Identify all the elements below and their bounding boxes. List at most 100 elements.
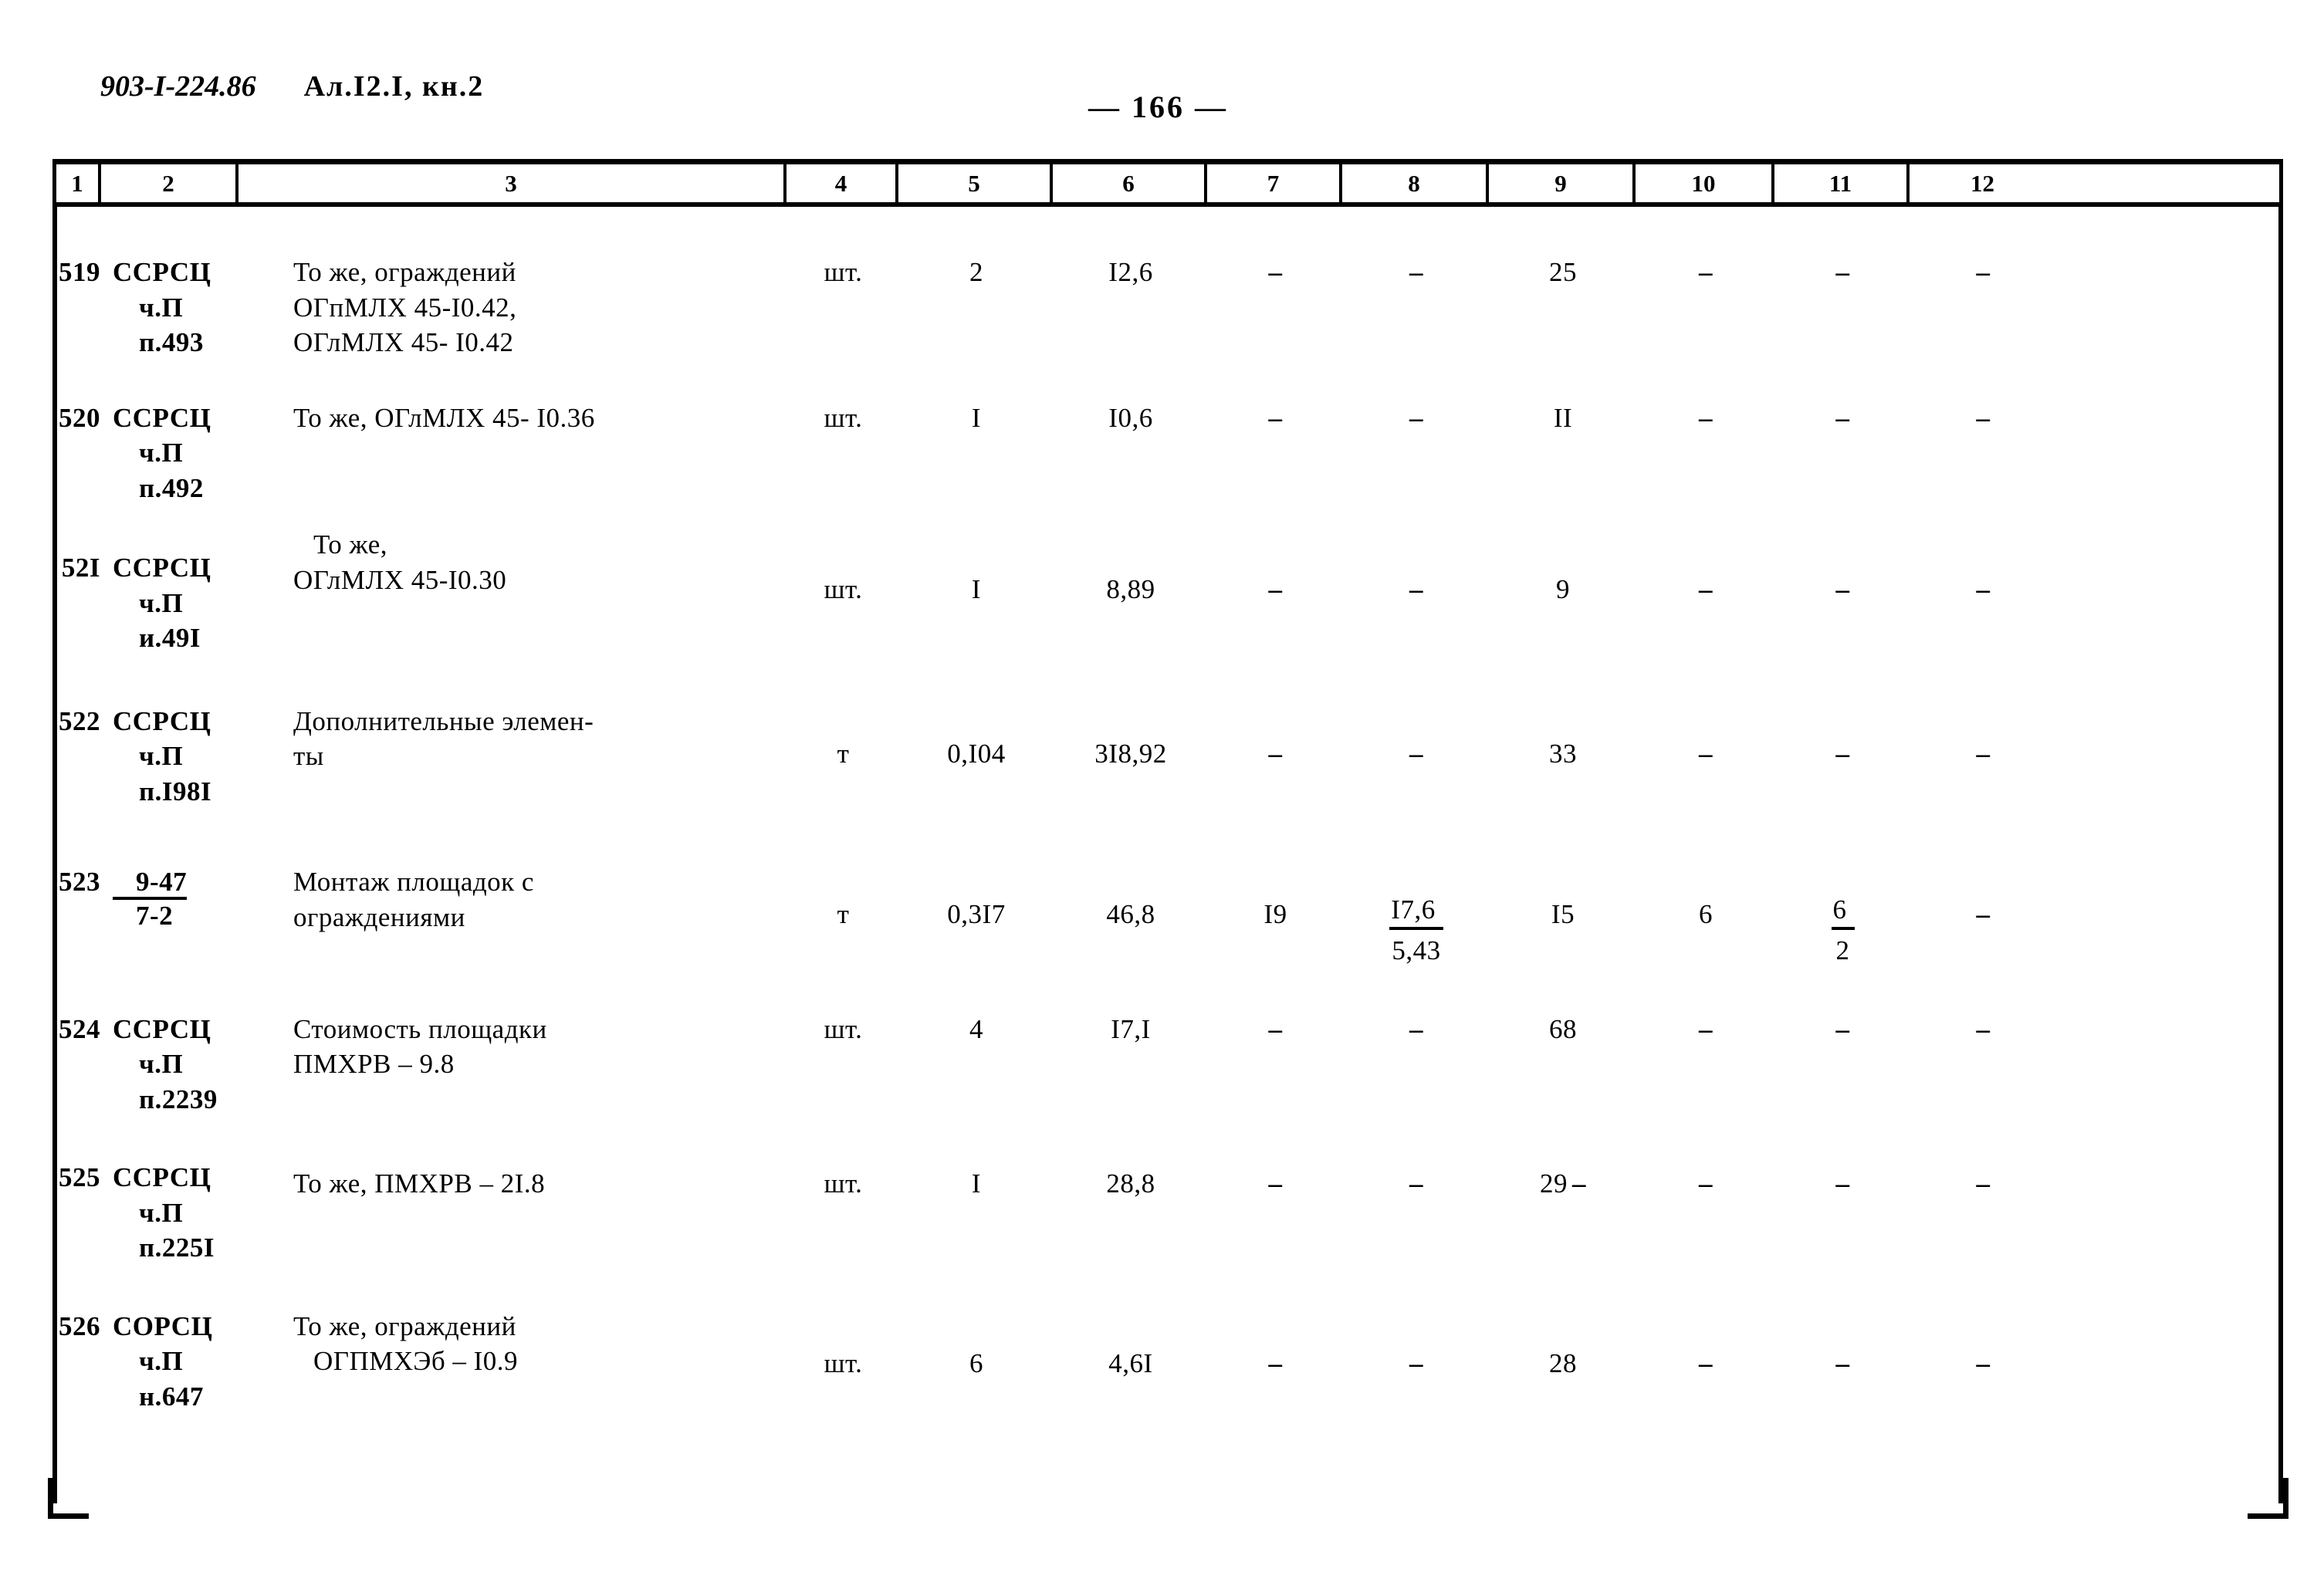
row-value-col7: – (1268, 1013, 1283, 1044)
source-code-line-1: ССРСЦ (113, 1013, 211, 1044)
source-code-line-2: ч.П (139, 292, 184, 323)
row-value-col5: I (971, 1168, 982, 1199)
row-value-col12: – (1976, 402, 1991, 433)
fraction-numerator: 6 (1831, 894, 1855, 931)
column-number-3: 3 (238, 164, 787, 202)
row-value-col9-artifact-dash: – (1572, 1168, 1586, 1199)
source-code-fraction-numerator: 9-47 (113, 867, 188, 901)
row-value-col7: – (1268, 738, 1283, 769)
column-number-1: 1 (56, 164, 101, 202)
table-body: 519 ССРСЦ ч.П п.493 То же, ограждений ОГ… (57, 213, 2278, 1414)
table-right-border (2278, 207, 2283, 1503)
row-value-col12: – (1976, 1347, 1991, 1378)
column-number-8: 8 (1342, 164, 1489, 202)
description-line-2: ОГпМЛХ 45-I0.42, (293, 292, 517, 323)
row-value-col11: – (1835, 738, 1850, 769)
table-row: 52I ССРСЦ ч.П и.49I То же, ОГлМЛХ 45-I0.… (57, 529, 2278, 656)
fraction-numerator: I7,6 (1389, 894, 1443, 931)
row-value-col9: 9 (1556, 574, 1570, 604)
row-number: 523 (59, 867, 100, 897)
document-header: 903-I-224.86 Ал.I2.I, кн.2 (100, 69, 484, 103)
column-number-12: 12 (1970, 169, 1994, 197)
row-value-col10: – (1699, 574, 1713, 604)
source-code-line-3: п.493 (139, 327, 204, 357)
row-value-col6: I2,6 (1108, 257, 1153, 287)
table-row: 522 ССРСЦ ч.П п.I98I Дополнительные элем… (57, 704, 2278, 810)
source-code-line-1: ССРСЦ (113, 402, 211, 433)
source-code-line-2: ч.П (139, 587, 184, 618)
description-line-2: ты (293, 741, 324, 771)
source-code-line-2: ч.П (139, 1049, 184, 1080)
row-value-col8: – (1409, 1168, 1423, 1199)
description-line-1: То же, ограждений (293, 257, 516, 287)
row-value-col9-text: 29 (1540, 1168, 1568, 1199)
row-value-col10: – (1699, 1347, 1713, 1378)
row-value-col9: 25 (1549, 257, 1577, 287)
column-number-4: 4 (787, 164, 898, 202)
source-code-line-3: п.225I (139, 1233, 215, 1263)
source-code-fraction-denominator: 7-2 (136, 901, 174, 932)
fraction-value-col11: 6 2 (1831, 894, 1855, 967)
crop-mark-bottom-left (48, 1478, 89, 1519)
row-value-col11: 6 2 (1775, 894, 1910, 969)
table-row: 519 ССРСЦ ч.П п.493 То же, ограждений ОГ… (57, 255, 2278, 360)
column-number-9: 9 (1489, 164, 1636, 202)
row-value-col11: – (1835, 257, 1850, 287)
column-number-5: 5 (898, 164, 1053, 202)
row-value-col8: – (1409, 402, 1423, 433)
row-description: Монтаж площадок с ограждениями (239, 864, 787, 935)
row-source-code: СОРСЦ ч.П н.647 (102, 1309, 239, 1415)
row-value-col12: – (1976, 1168, 1991, 1199)
row-value-col5: 6 (969, 1347, 983, 1378)
description-line-2: ограждениями (293, 901, 465, 932)
row-description: То же, ОГлМЛХ 45- I0.36 (239, 401, 787, 436)
row-description: То же, ограждений ОГпМЛХ 45-I0.42, ОГлМЛ… (239, 255, 787, 360)
row-value-col5: I (971, 402, 982, 433)
row-value-col6: I7,I (1111, 1013, 1151, 1044)
row-number: 525 (59, 1162, 100, 1193)
row-value-col9: 68 (1549, 1013, 1577, 1044)
row-value-col12: – (1976, 899, 1991, 929)
table-row: 526 СОРСЦ ч.П н.647 То же, ограждений ОГ… (57, 1309, 2278, 1415)
row-description: Стоимость площадки ПМХРВ – 9.8 (239, 1012, 787, 1082)
row-value-col10: 6 (1699, 899, 1713, 929)
row-value-col6: 4,6I (1108, 1347, 1153, 1378)
row-value-col9: 29– (1490, 1166, 1636, 1202)
row-unit: т (837, 738, 850, 769)
description-line-1: То же, ПМХРВ – 2I.8 (293, 1168, 546, 1199)
description-line-1: Монтаж площадок с (293, 867, 534, 897)
source-code-line-3: и.49I (139, 623, 201, 653)
row-value-col8: – (1409, 1347, 1423, 1378)
row-value-col8: I7,6 5,43 (1343, 894, 1490, 969)
source-code-line-3: н.647 (139, 1381, 204, 1412)
source-code-line-2: ч.П (139, 1346, 184, 1377)
row-source-code: ССРСЦ ч.П п.225I (102, 1160, 239, 1266)
row-unit: т (837, 899, 850, 929)
description-line-2: ПМХРВ – 9.8 (293, 1049, 455, 1080)
row-value-col5: 0,3I7 (947, 899, 1006, 929)
row-value-col10: – (1699, 257, 1713, 287)
description-line-1: Дополнительные элемен- (293, 705, 594, 736)
row-value-col6: 46,8 (1106, 899, 1155, 929)
row-value-col8: – (1409, 1013, 1423, 1044)
row-value-col10: – (1699, 738, 1713, 769)
row-value-col10: – (1699, 1013, 1713, 1044)
row-value-col7: – (1268, 1168, 1283, 1199)
row-number: 524 (59, 1013, 100, 1044)
row-value-col5: 2 (969, 257, 983, 287)
row-value-col7: – (1268, 574, 1283, 604)
row-value-col12: – (1976, 574, 1991, 604)
source-code-line-2: ч.П (139, 1197, 184, 1228)
column-number-7: 7 (1207, 164, 1342, 202)
row-value-col7: – (1268, 1347, 1283, 1378)
row-value-col8: – (1409, 574, 1423, 604)
row-number: 520 (59, 402, 100, 433)
table-row: 525 ССРСЦ ч.П п.225I То же, ПМХРВ – 2I.8… (57, 1160, 2278, 1266)
column-number-10: 10 (1636, 164, 1774, 202)
description-line-1: Стоимость площадки (293, 1013, 547, 1044)
row-unit: шт. (824, 1013, 863, 1044)
album-reference: Ал.I2.I, кн.2 (303, 70, 485, 103)
row-value-col6: 3I8,92 (1094, 738, 1167, 769)
row-value-col11: – (1835, 1347, 1850, 1378)
row-number: 52I (61, 553, 100, 583)
